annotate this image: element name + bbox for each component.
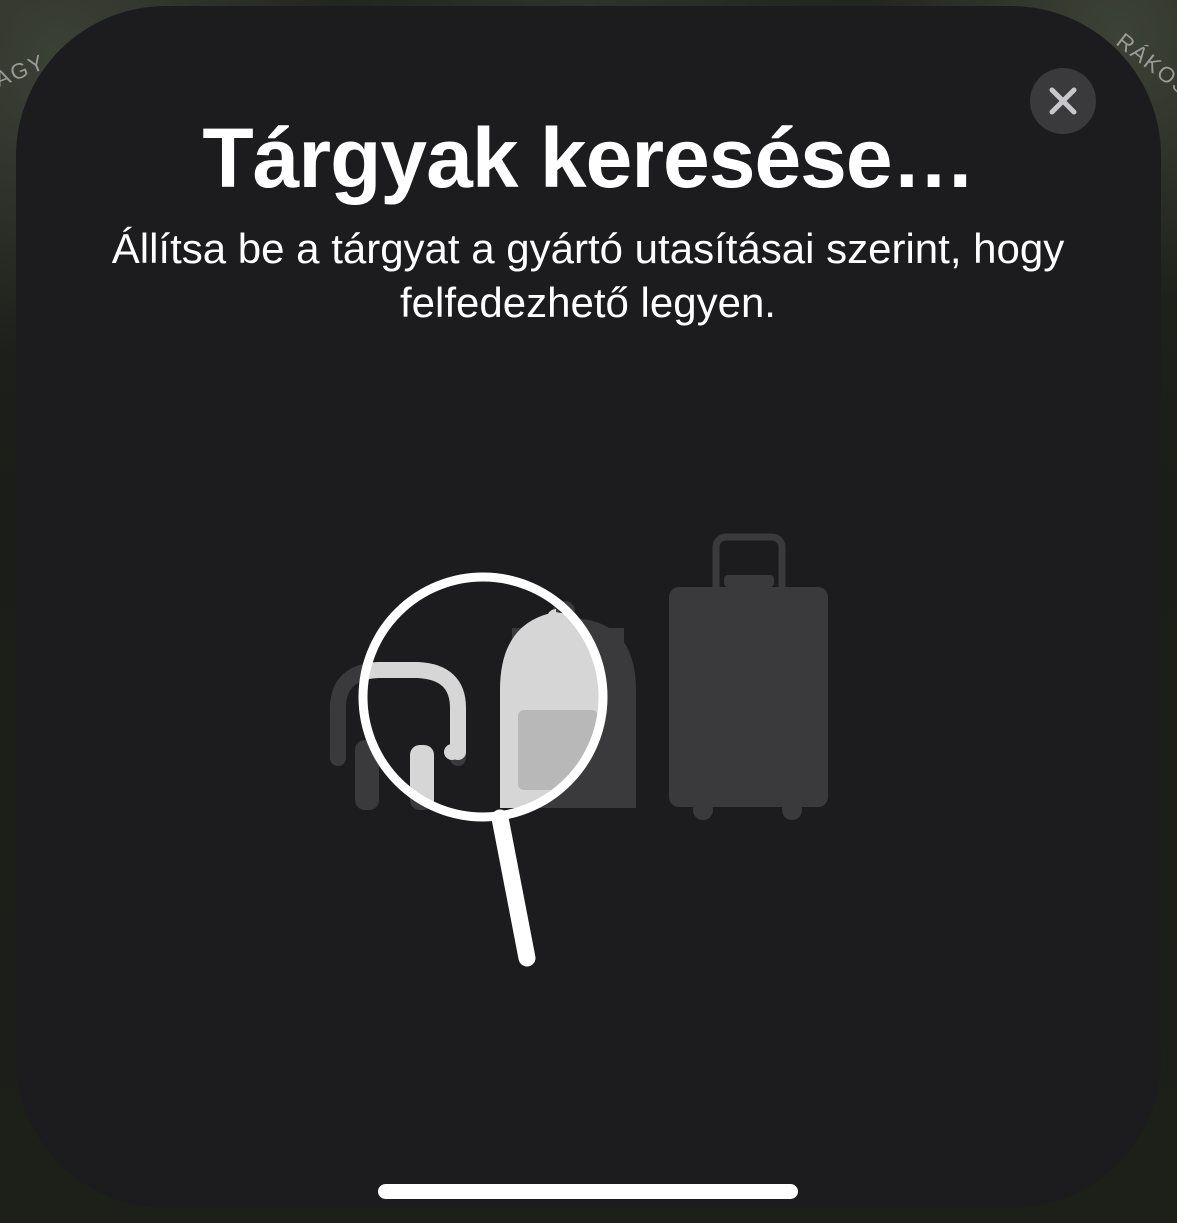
items-illustration bbox=[330, 533, 828, 967]
home-indicator[interactable] bbox=[378, 1184, 798, 1199]
headphones-icon bbox=[330, 662, 466, 810]
suitcase-icon bbox=[669, 533, 828, 820]
sheet-title: Tárgyak keresése… bbox=[202, 111, 975, 205]
sheet-subtitle: Állítsa be a tárgyat a gyártó utasításai… bbox=[111, 225, 1065, 326]
